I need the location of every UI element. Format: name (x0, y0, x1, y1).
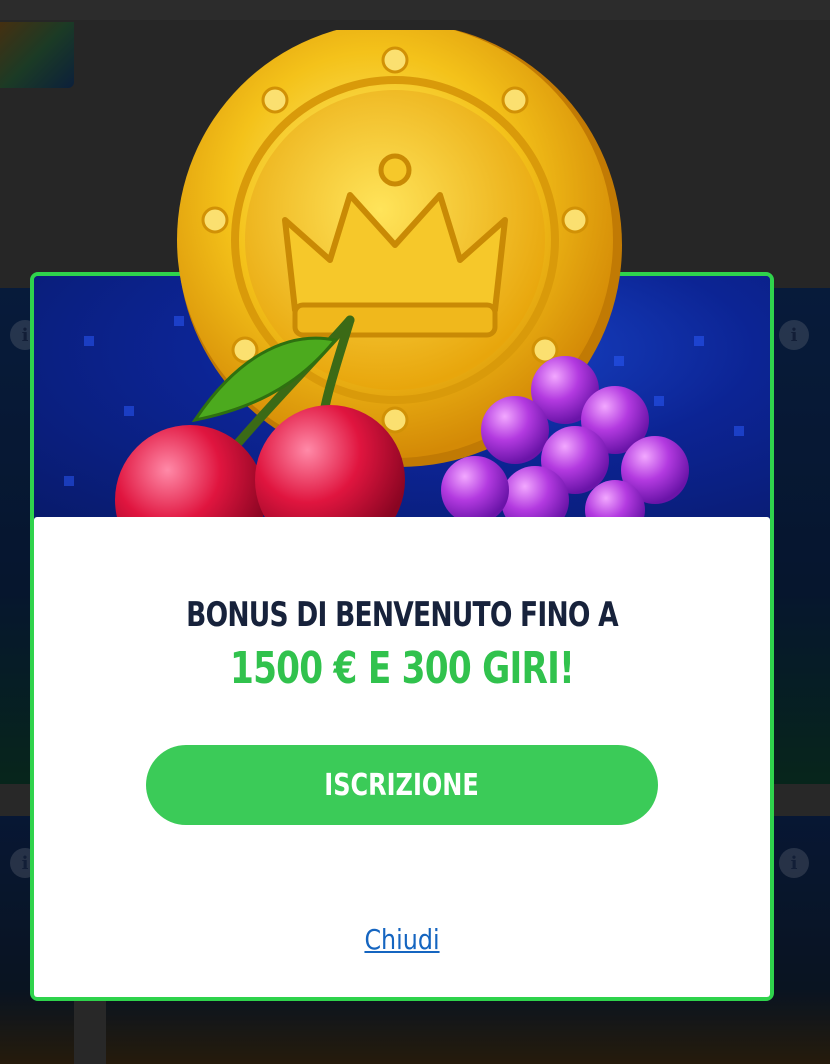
bonus-headline: BONUS DI BENVENUTO FINO A (186, 595, 618, 635)
signup-button[interactable]: ISCRIZIONE (146, 745, 658, 825)
close-link[interactable]: Chiudi (89, 923, 715, 956)
promo-illustration (115, 30, 689, 520)
signup-button-label: ISCRIZIONE (324, 767, 480, 803)
modal-body: BONUS DI BENVENUTO FINO A 1500 € E 300 G… (34, 517, 770, 997)
bonus-offer: 1500 € E 300 GIRI! (229, 643, 575, 694)
